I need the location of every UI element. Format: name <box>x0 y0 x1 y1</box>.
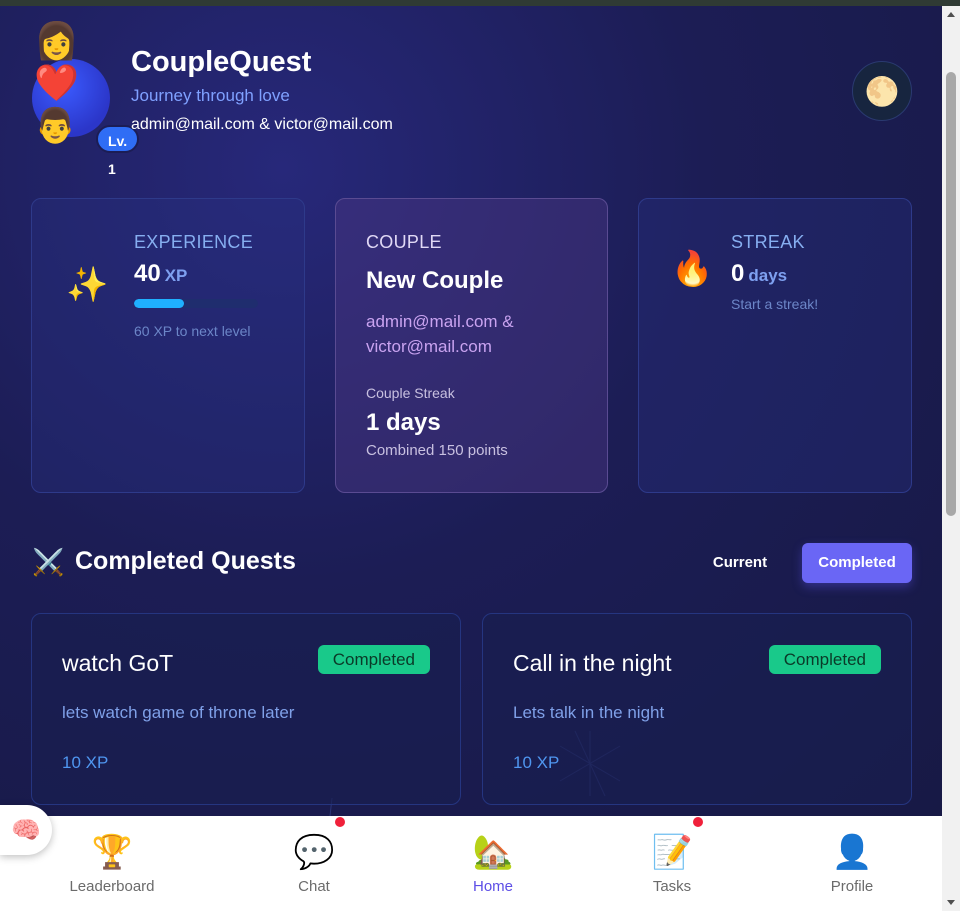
streak-unit: days <box>748 266 788 285</box>
couple-avatar: 👩 ❤️ 👨 Lv. 1 <box>30 20 140 177</box>
tab-current[interactable]: Current <box>700 543 780 583</box>
couple-label: COUPLE <box>366 232 442 252</box>
quest-title: Call in the night <box>513 650 672 676</box>
quest-status-badge: Completed <box>768 645 881 674</box>
streak-label: STREAK <box>731 232 805 252</box>
sparkles-icon: ✨ <box>66 266 109 304</box>
house-icon: 🏡 <box>472 833 514 870</box>
streak-value: 0 days <box>731 260 787 288</box>
nav-label: Home <box>472 878 513 895</box>
quest-description: Lets talk in the night <box>513 703 665 722</box>
memo-icon: 📝 <box>651 833 693 870</box>
experience-value: 40 XP <box>134 260 187 288</box>
experience-unit: XP <box>164 266 188 285</box>
section-title: Completed Quests <box>75 547 296 575</box>
scrollbar[interactable] <box>942 6 960 911</box>
scroll-down-arrow-icon[interactable] <box>947 900 955 905</box>
nav-label: Tasks <box>652 878 692 895</box>
nav-leaderboard[interactable]: 🏆 Leaderboard <box>47 816 177 911</box>
experience-card: ✨ EXPERIENCE 40 XP 60 XP to next level <box>31 198 305 493</box>
quest-title: watch GoT <box>62 650 174 676</box>
app-main: 👩 ❤️ 👨 Lv. 1 CoupleQuest Journey through… <box>0 6 942 816</box>
couple-card: COUPLE New Couple admin@mail.com & victo… <box>335 198 608 493</box>
scrollbar-thumb[interactable] <box>946 72 956 516</box>
trophy-icon: 🏆 <box>91 833 133 870</box>
tab-completed[interactable]: Completed <box>802 543 912 583</box>
couple-streak-value: 1 days <box>366 409 441 436</box>
notification-dot <box>693 817 703 827</box>
brain-icon: 🧠 <box>11 816 41 844</box>
quest-status-badge: Completed <box>317 645 430 674</box>
crossed-swords-icon: ⚔️ <box>32 547 65 577</box>
couple-card-emails: admin@mail.com & victor@mail.com <box>366 312 514 356</box>
xp-progress-fill <box>134 299 184 308</box>
app-title: CoupleQuest <box>131 46 312 78</box>
streak-number: 0 <box>731 260 745 287</box>
quest-description: lets watch game of throne later <box>62 703 295 722</box>
man-icon: 👨 <box>34 107 77 145</box>
couple-streak-label: Couple Streak <box>366 385 455 401</box>
streak-note: Start a streak! <box>731 296 819 312</box>
couple-name: New Couple <box>366 267 504 294</box>
bottom-navigation: 🏆 Leaderboard 💬 Chat 🏡 Home 📝 Tasks 👤 Pr… <box>0 816 942 911</box>
quest-xp: 10 XP <box>62 753 109 772</box>
quest-xp: 10 XP <box>513 753 560 772</box>
nav-label: Leaderboard <box>69 878 155 895</box>
app-subtitle: Journey through love <box>131 86 290 105</box>
experience-label: EXPERIENCE <box>134 232 254 252</box>
assistant-button[interactable]: 🧠 <box>0 805 52 855</box>
nav-tasks[interactable]: 📝 Tasks <box>607 816 737 911</box>
moon-icon: 🌕 <box>864 75 900 107</box>
person-icon: 👤 <box>831 833 873 870</box>
xp-progress-bar <box>134 299 258 308</box>
fire-icon: 🔥 <box>671 250 714 288</box>
nav-chat[interactable]: 💬 Chat <box>249 816 379 911</box>
nav-home[interactable]: 🏡 Home <box>428 816 558 911</box>
couple-emails: admin@mail.com & victor@mail.com <box>131 116 393 133</box>
quest-card[interactable]: watch GoT Completed lets watch game of t… <box>31 613 461 805</box>
heart-icon: ❤️ <box>34 62 79 103</box>
nav-profile[interactable]: 👤 Profile <box>787 816 917 911</box>
theme-toggle-button[interactable]: 🌕 <box>852 61 912 121</box>
nav-label: Profile <box>830 878 874 895</box>
couple-points: Combined 150 points <box>366 442 508 459</box>
scroll-up-arrow-icon[interactable] <box>947 12 955 17</box>
experience-note: 60 XP to next level <box>134 323 251 339</box>
notification-dot <box>335 817 345 827</box>
experience-number: 40 <box>134 260 161 287</box>
chat-bubble-icon: 💬 <box>293 833 335 870</box>
quest-card[interactable]: Call in the night Completed Lets talk in… <box>482 613 912 805</box>
woman-icon: 👩 <box>34 20 79 61</box>
streak-card: 🔥 STREAK 0 days Start a streak! <box>638 198 912 493</box>
nav-label: Chat <box>298 878 330 895</box>
